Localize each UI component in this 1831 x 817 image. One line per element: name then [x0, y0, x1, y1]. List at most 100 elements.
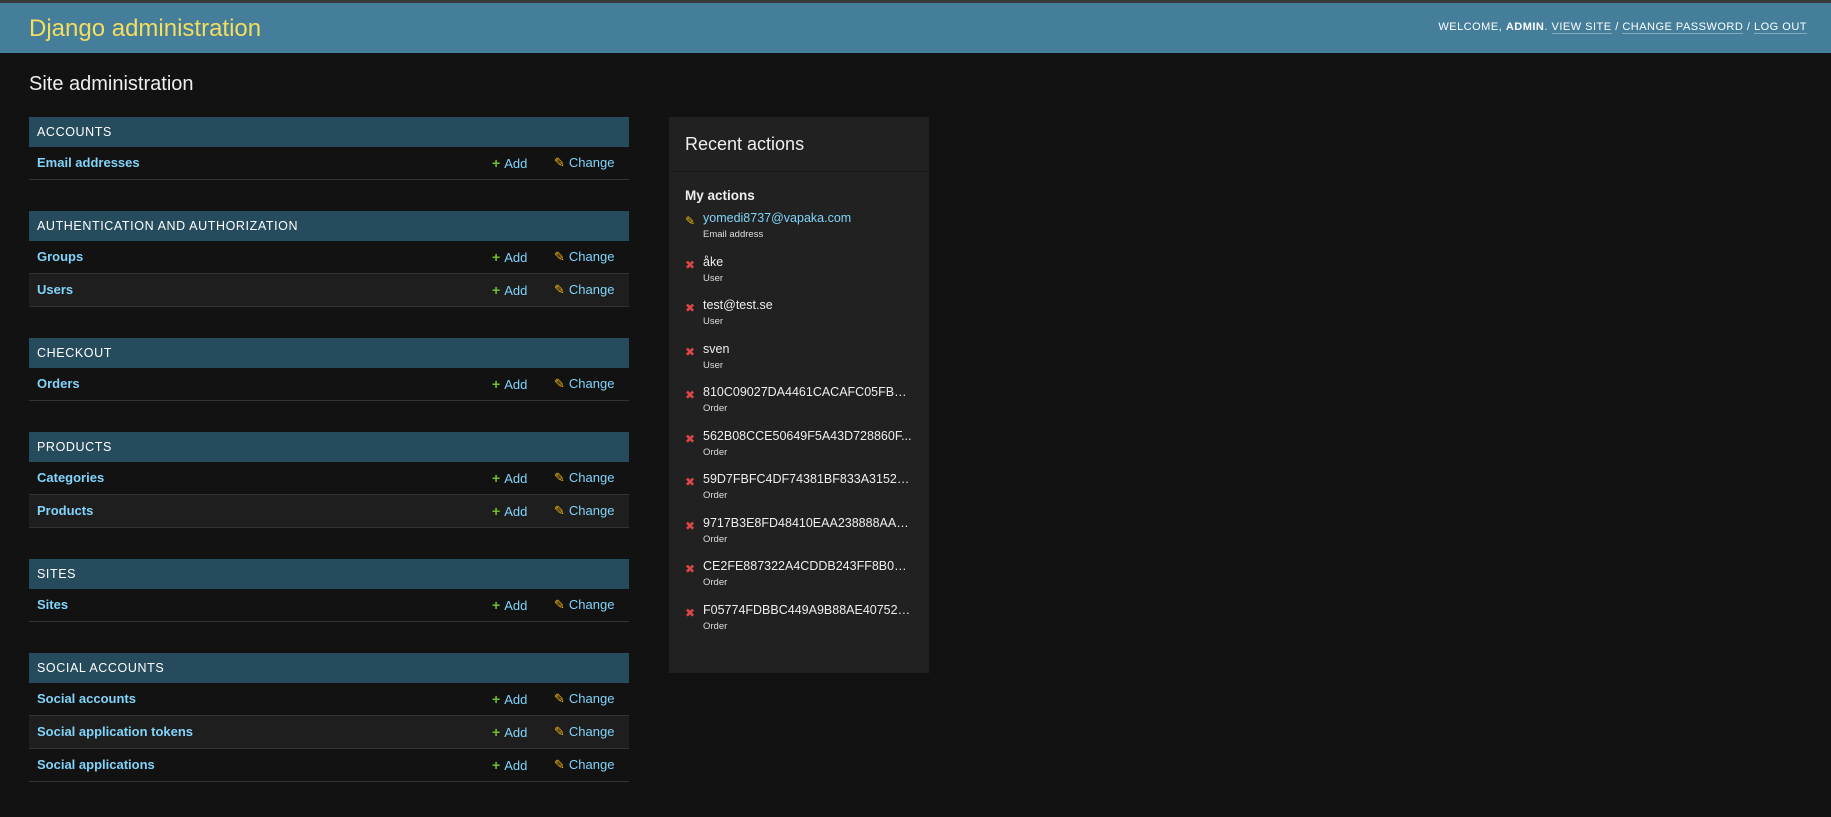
model-link-sites[interactable]: Sites	[37, 589, 68, 621]
add-link[interactable]: + Add	[492, 274, 527, 307]
site-branding-link[interactable]: Django administration	[29, 15, 261, 43]
add-link[interactable]: + Add	[492, 147, 527, 180]
add-label: Add	[504, 471, 528, 486]
plus-icon: +	[492, 503, 501, 519]
welcome-text: WELCOME,	[1438, 21, 1503, 33]
action-content-type: Order	[703, 620, 728, 632]
separator: /	[1615, 21, 1619, 33]
model-row-orders: Orders + Add ✎ Change	[29, 368, 629, 401]
change-password-link[interactable]: CHANGE PASSWORD	[1622, 21, 1744, 34]
recent-actions-panel: Recent actions My actions ✎ yomedi8737@va…	[669, 117, 929, 673]
recent-action-item: ✎ yomedi8737@vapaka.com Email address	[685, 211, 913, 255]
model-link-social-application-tokens[interactable]: Social application tokens	[37, 716, 193, 748]
change-link[interactable]: ✎ Change	[554, 749, 614, 781]
recent-actions-title: Recent actions	[669, 117, 929, 172]
add-label: Add	[504, 692, 528, 707]
action-object-text: åke	[703, 254, 724, 269]
change-label: Change	[568, 757, 615, 772]
change-link[interactable]: ✎ Change	[554, 716, 614, 748]
model-link-orders[interactable]: Orders	[37, 368, 80, 400]
add-link[interactable]: + Add	[492, 241, 527, 274]
add-link[interactable]: + Add	[492, 495, 527, 528]
add-link[interactable]: + Add	[492, 589, 527, 622]
pencil-icon: ✎	[554, 376, 565, 391]
add-link[interactable]: + Add	[492, 462, 527, 495]
add-label: Add	[504, 725, 528, 740]
action-object-text: F05774FDBBC449A9B88AE40752D...	[703, 602, 913, 617]
delete-x-icon: ✖	[685, 344, 696, 359]
plus-icon: +	[492, 282, 501, 298]
model-link-social-applications[interactable]: Social applications	[37, 749, 155, 781]
recent-action-item: ✖ 59D7FBFC4DF74381BF833A3152F... Order	[685, 472, 913, 516]
change-label: Change	[568, 597, 615, 612]
action-list: ✎ yomedi8737@vapaka.com Email address ✖ åke U…	[669, 211, 929, 646]
change-label: Change	[568, 691, 615, 706]
action-object-text: CE2FE887322A4CDDB243FF8B06A...	[703, 559, 913, 573]
delete-x-icon: ✖	[685, 257, 696, 272]
change-label: Change	[568, 470, 615, 485]
change-link[interactable]: ✎ Change	[554, 274, 614, 306]
recent-action-item: ✖ sven User	[685, 342, 913, 386]
action-content-type: Order	[703, 490, 728, 501]
change-label: Change	[568, 503, 615, 518]
app-caption-link[interactable]: CHECKOUT	[29, 338, 629, 368]
change-label: Change	[568, 249, 615, 264]
log-out-link[interactable]: LOG OUT	[1753, 21, 1807, 34]
pencil-icon: ✎	[554, 503, 565, 518]
change-link[interactable]: ✎ Change	[554, 241, 614, 273]
action-object-text: 810C09027DA4461CACAFC05FB19...	[703, 385, 913, 399]
model-link-users[interactable]: Users	[37, 274, 73, 306]
model-row-sites: Sites + Add ✎ Change	[29, 589, 629, 622]
change-link[interactable]: ✎ Change	[554, 495, 614, 527]
model-row-social-application-tokens: Social application tokens + Add ✎ Change	[29, 716, 629, 749]
app-caption-link[interactable]: SOCIAL ACCOUNTS	[29, 653, 629, 683]
action-object-text: 9717B3E8FD48410EAA238888AA1...	[703, 515, 913, 530]
app-caption-link[interactable]: PRODUCTS	[29, 432, 629, 462]
add-label: Add	[504, 250, 528, 265]
action-content-type: Order	[703, 533, 728, 545]
app-module-sites: SITES Sites + Add ✎ Change	[29, 559, 629, 622]
change-link[interactable]: ✎ Change	[554, 147, 614, 179]
user-tools: WELCOME, ADMIN. VIEW SITE / CHANGE PASSW…	[1438, 21, 1807, 34]
pencil-icon: ✎	[685, 214, 696, 228]
plus-icon: +	[492, 249, 501, 265]
view-site-link[interactable]: VIEW SITE	[1551, 21, 1612, 34]
change-link[interactable]: ✎ Change	[554, 462, 614, 494]
change-link[interactable]: ✎ Change	[554, 589, 614, 621]
add-link[interactable]: + Add	[492, 368, 527, 401]
change-link[interactable]: ✎ Change	[554, 368, 614, 400]
recent-action-item: ✖ 9717B3E8FD48410EAA238888AA1... Order	[685, 516, 913, 560]
app-caption-link[interactable]: SITES	[29, 559, 629, 589]
model-link-social-accounts[interactable]: Social accounts	[37, 683, 136, 715]
add-link[interactable]: + Add	[492, 749, 527, 782]
model-row-email-addresses: Email addresses + Add ✎ Change	[29, 147, 629, 180]
action-object-text: 562B08CCE50649F5A43D728860F...	[703, 428, 912, 443]
action-content-type: Order	[703, 577, 728, 588]
model-link-email-addresses[interactable]: Email addresses	[37, 147, 140, 179]
username: ADMIN	[1505, 21, 1545, 33]
recent-action-item: ✖ F05774FDBBC449A9B88AE40752D... Order	[685, 603, 913, 647]
model-row-categories: Categories + Add ✎ Change	[29, 462, 629, 495]
model-link-categories[interactable]: Categories	[37, 462, 104, 494]
change-link[interactable]: ✎ Change	[554, 683, 614, 715]
action-content-type: User	[703, 272, 724, 284]
plus-icon: +	[492, 597, 501, 613]
recent-action-item: ✖ test@test.se User	[685, 298, 913, 342]
model-row-groups: Groups + Add ✎ Change	[29, 241, 629, 274]
action-object-link[interactable]: yomedi8737@vapaka.com	[703, 211, 913, 225]
app-caption-link[interactable]: ACCOUNTS	[29, 117, 629, 147]
model-row-social-accounts: Social accounts + Add ✎ Change	[29, 683, 629, 716]
add-link[interactable]: + Add	[492, 716, 527, 749]
pencil-icon: ✎	[554, 691, 565, 706]
model-link-products[interactable]: Products	[37, 495, 93, 527]
plus-icon: +	[492, 155, 501, 171]
change-label: Change	[568, 155, 615, 170]
change-label: Change	[568, 282, 615, 297]
app-caption-link[interactable]: AUTHENTICATION AND AUTHORIZATION	[29, 211, 629, 241]
add-link[interactable]: + Add	[492, 683, 527, 716]
my-actions-title: My actions	[685, 188, 755, 203]
app-list: ACCOUNTS Email addresses + Add ✎ Change AUTHEN…	[29, 117, 629, 813]
pencil-icon: ✎	[554, 282, 565, 297]
recent-action-item: ✖ 562B08CCE50649F5A43D728860F... Order	[685, 429, 913, 473]
model-link-groups[interactable]: Groups	[37, 241, 83, 273]
